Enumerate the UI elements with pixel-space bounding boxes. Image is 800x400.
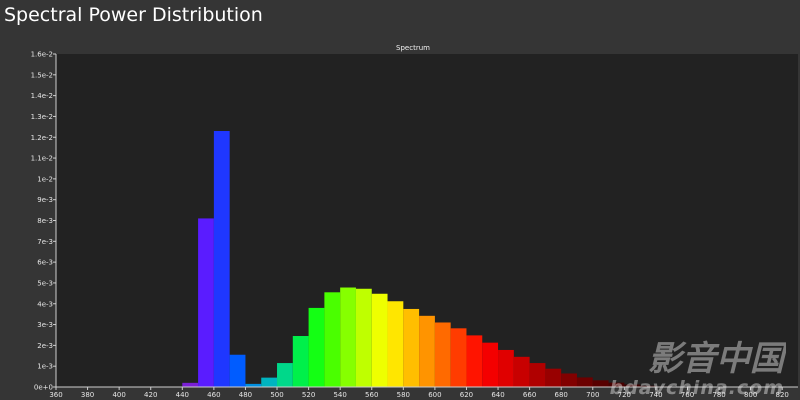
x-tick-label: 520 <box>302 391 315 399</box>
y-tick-label: 3e-3 <box>37 321 53 329</box>
x-tick-label: 640 <box>491 391 504 399</box>
x-tick-label: 660 <box>523 391 536 399</box>
spectrum-bar <box>529 363 546 387</box>
y-tick-label: 7e-3 <box>37 238 53 246</box>
spectrum-bar <box>545 368 562 387</box>
spectrum-bar <box>482 342 499 387</box>
y-tick-label: 1.1e-2 <box>31 155 53 163</box>
y-tick-label: 4e-3 <box>37 300 53 308</box>
watermark-text-url: bdavchina.com <box>610 377 784 398</box>
x-tick-label: 680 <box>555 391 568 399</box>
spectrum-bar <box>513 356 530 387</box>
spectrum-bar <box>198 218 214 387</box>
y-tick-label: 5e-3 <box>37 279 53 287</box>
y-tick-label: 1.4e-2 <box>31 92 53 100</box>
x-tick-label: 420 <box>144 391 157 399</box>
x-tick-label: 400 <box>112 391 125 399</box>
spectrum-bar <box>434 322 451 387</box>
spectrum-bar <box>371 293 388 387</box>
y-tick-label: 1.5e-2 <box>31 71 53 79</box>
spectrum-bar <box>182 382 199 387</box>
spectrum-bar <box>340 287 356 387</box>
x-tick-label: 380 <box>81 391 94 399</box>
y-tick-label: 1e-3 <box>37 363 53 371</box>
spectrum-bar <box>277 363 293 387</box>
watermark-text-main: 影音中国 <box>648 339 786 379</box>
y-tick-label: 2e-3 <box>37 342 53 350</box>
watermark-logo: 影音中国 bdavchina.com <box>610 339 786 398</box>
plot-title: Spectrum <box>396 44 430 52</box>
spectrum-bar <box>466 335 483 387</box>
spectrum-bar <box>498 349 514 387</box>
spectrum-bar <box>561 373 577 387</box>
spectrum-bar <box>576 377 593 387</box>
y-tick-label: 1.3e-2 <box>31 113 53 121</box>
x-tick-label: 560 <box>365 391 378 399</box>
y-axis: 0e+01e-32e-33e-34e-35e-36e-37e-38e-39e-3… <box>31 51 57 392</box>
x-tick-label: 620 <box>460 391 473 399</box>
x-tick-label: 480 <box>239 391 252 399</box>
x-tick-label: 440 <box>176 391 189 399</box>
spectrum-bar <box>229 354 246 387</box>
x-tick-label: 600 <box>428 391 441 399</box>
y-tick-label: 1.6e-2 <box>31 51 53 59</box>
x-tick-label: 540 <box>333 391 346 399</box>
spectrum-bar <box>450 328 467 387</box>
spectrum-bar <box>355 288 372 387</box>
spectrum-bar <box>292 336 309 387</box>
y-tick-label: 1.2e-2 <box>31 134 53 142</box>
spectrum-bar <box>308 307 325 387</box>
spectrum-bar <box>261 377 278 387</box>
y-tick-label: 1e-2 <box>37 175 53 183</box>
spectrum-bar <box>419 315 435 387</box>
x-tick-label: 500 <box>270 391 283 399</box>
y-tick-label: 9e-3 <box>37 196 53 204</box>
y-tick-label: 8e-3 <box>37 217 53 225</box>
x-tick-label: 460 <box>207 391 220 399</box>
x-tick-label: 580 <box>397 391 410 399</box>
spectrum-bar <box>403 308 420 387</box>
x-tick-label: 360 <box>49 391 62 399</box>
y-tick-label: 6e-3 <box>37 259 53 267</box>
spectrum-bar <box>324 292 341 387</box>
spectrum-bar <box>387 301 404 387</box>
spectrum-bar <box>213 131 230 387</box>
